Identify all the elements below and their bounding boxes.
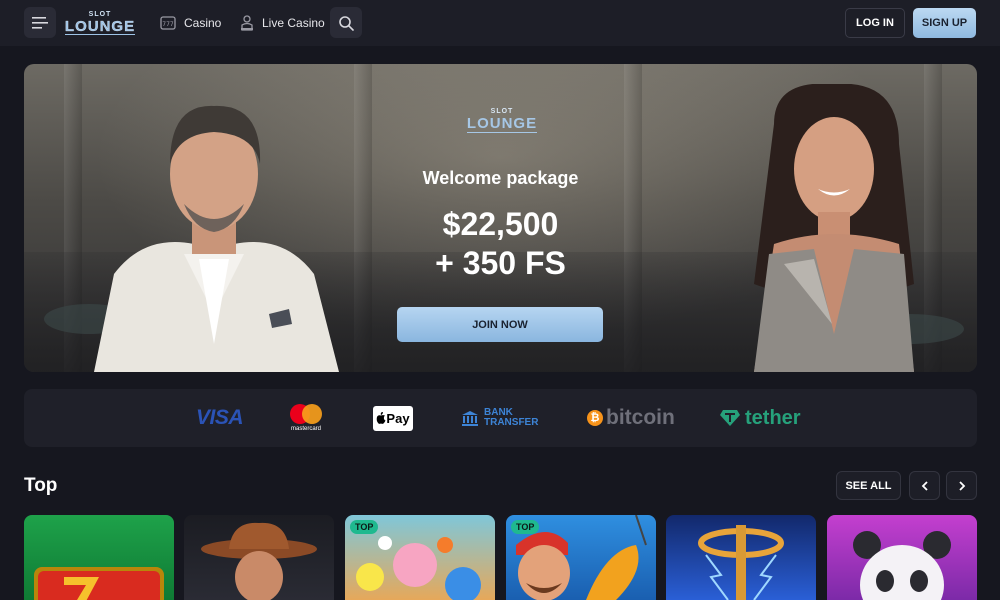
mastercard-icon bbox=[290, 404, 322, 424]
section-title-top: Top bbox=[24, 475, 58, 496]
hero-title: Welcome package bbox=[422, 168, 579, 188]
bonus-amount: $22,500 bbox=[442, 206, 559, 242]
bitcoin-icon: ₿ bbox=[587, 410, 603, 426]
tether-icon bbox=[720, 410, 740, 426]
apple-pay-label: Pay bbox=[386, 410, 410, 426]
join-now-button[interactable]: JOIN NOW bbox=[397, 307, 603, 342]
nav-live-casino[interactable]: Live Casino bbox=[240, 12, 325, 34]
carousel-prev-button[interactable] bbox=[909, 471, 940, 500]
bitcoin-label: bitcoin bbox=[606, 406, 675, 429]
hero-logo: SLOT LOUNGE bbox=[466, 108, 538, 134]
chevron-left-icon bbox=[921, 480, 928, 491]
bank-icon bbox=[462, 411, 478, 426]
mastercard-logo: mastercard bbox=[290, 389, 322, 447]
menu-button[interactable] bbox=[24, 7, 56, 38]
visa-logo: VISA bbox=[196, 406, 244, 429]
search-icon bbox=[339, 15, 354, 31]
login-button[interactable]: LOG IN bbox=[845, 8, 905, 38]
hero-logo-bottom-text: LOUNGE bbox=[466, 115, 538, 133]
game-card-6[interactable] bbox=[827, 515, 977, 600]
game-card-4[interactable]: TOP bbox=[506, 515, 656, 600]
apple-pay-logo: Pay bbox=[373, 389, 413, 447]
nav-live-casino-label: Live Casino bbox=[262, 16, 325, 30]
nav-casino[interactable]: 777 Casino bbox=[160, 12, 221, 34]
see-all-button[interactable]: SEE ALL bbox=[836, 471, 901, 500]
game-card-1[interactable] bbox=[24, 515, 174, 600]
logo-bottom-text: LOUNGE bbox=[64, 18, 136, 35]
game-thumbnail bbox=[853, 531, 951, 600]
slot-machine-icon: 777 bbox=[160, 16, 176, 30]
game-thumbnail bbox=[201, 522, 317, 600]
tether-label: tether bbox=[745, 406, 801, 429]
game-card-2[interactable] bbox=[184, 515, 334, 600]
site-logo[interactable]: SLOT LOUNGE bbox=[64, 10, 136, 36]
bank-label-line2: TRANSFER bbox=[484, 417, 539, 428]
top-badge: TOP bbox=[350, 520, 379, 534]
game-thumbnail bbox=[34, 567, 164, 600]
payment-methods-bar: VISA mastercard Pay BANK TRANSFER ₿ bitc… bbox=[24, 389, 977, 447]
apple-icon bbox=[377, 412, 386, 424]
game-card-5[interactable] bbox=[666, 515, 816, 600]
free-spins-amount: + 350 FS bbox=[435, 245, 566, 281]
game-thumbnail bbox=[698, 525, 784, 600]
top-badge: TOP bbox=[511, 520, 540, 534]
carousel-next-button[interactable] bbox=[946, 471, 977, 500]
dealer-icon bbox=[241, 15, 253, 31]
bank-transfer-logo: BANK TRANSFER bbox=[461, 389, 538, 447]
search-button[interactable] bbox=[330, 7, 362, 38]
nav-casino-label: Casino bbox=[184, 16, 222, 30]
hamburger-icon bbox=[32, 16, 48, 29]
bitcoin-logo: ₿ bitcoin bbox=[587, 389, 675, 447]
hero-banner[interactable]: SLOT LOUNGE Welcome package $22,500 + 35… bbox=[24, 64, 977, 372]
tether-logo: tether bbox=[719, 389, 801, 447]
chevron-right-icon bbox=[958, 480, 965, 491]
signup-button[interactable]: SIGN UP bbox=[913, 8, 976, 38]
svg-text:777: 777 bbox=[162, 21, 174, 28]
top-header: SLOT LOUNGE 777 Casino Live Casino LOG I… bbox=[0, 0, 1000, 46]
mastercard-label: mastercard bbox=[290, 426, 321, 432]
game-card-3[interactable]: TOP bbox=[345, 515, 495, 600]
